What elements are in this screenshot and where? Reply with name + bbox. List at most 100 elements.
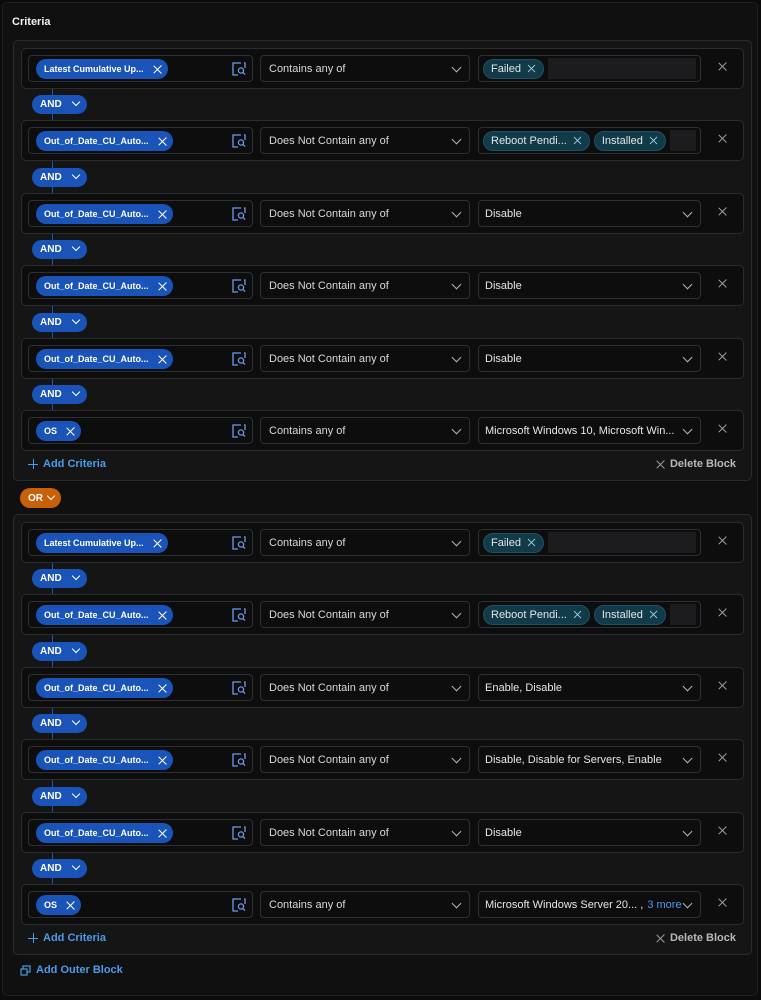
field-picker-icon[interactable] <box>232 753 246 767</box>
field-selector[interactable]: Out_of_Date_CU_Auto... <box>28 345 253 372</box>
remove-row-icon[interactable] <box>718 279 727 288</box>
and-connector-button[interactable]: AND <box>32 385 87 404</box>
remove-row-icon[interactable] <box>718 753 727 762</box>
and-connector-button[interactable]: AND <box>32 642 87 661</box>
remove-field-icon[interactable] <box>158 210 167 219</box>
remove-tag-icon[interactable] <box>527 538 535 546</box>
remove-row-icon[interactable] <box>718 352 727 361</box>
field-selector[interactable]: Out_of_Date_CU_Auto... <box>28 819 253 846</box>
remove-row-icon[interactable] <box>718 608 727 617</box>
field-selector[interactable]: Out_of_Date_CU_Auto... <box>28 272 253 299</box>
field-picker-icon[interactable] <box>232 826 246 840</box>
remove-tag-icon[interactable] <box>649 136 657 144</box>
remove-row-icon[interactable] <box>718 681 727 690</box>
field-selector[interactable]: Out_of_Date_CU_Auto... <box>28 200 253 227</box>
and-connector-button[interactable]: AND <box>32 569 87 588</box>
field-picker-icon[interactable] <box>232 352 246 366</box>
operator-select[interactable]: Does Not Contain any of <box>260 819 470 846</box>
remove-row-icon[interactable] <box>718 424 727 433</box>
and-connector-button[interactable]: AND <box>32 313 87 332</box>
value-select[interactable]: Disable <box>478 272 701 299</box>
operator-select[interactable]: Contains any of <box>260 417 470 444</box>
value-tags-input[interactable]: Failed <box>478 55 701 82</box>
or-connector-button[interactable]: OR <box>20 488 61 508</box>
tag-text-input[interactable] <box>669 130 696 151</box>
field-selector[interactable]: OS <box>28 417 253 444</box>
more-values-link[interactable]: 3 more <box>647 899 681 911</box>
remove-row-icon[interactable] <box>718 134 727 143</box>
field-picker-icon[interactable] <box>232 62 246 76</box>
field-picker-icon[interactable] <box>232 898 246 912</box>
remove-field-icon[interactable] <box>158 829 167 838</box>
field-selector[interactable]: Latest Cumulative Up... <box>28 55 253 82</box>
add-criteria-button[interactable]: Add Criteria <box>28 458 106 470</box>
criteria-title: Criteria <box>12 16 51 28</box>
remove-row-icon[interactable] <box>718 826 727 835</box>
add-criteria-button[interactable]: Add Criteria <box>28 932 106 944</box>
operator-select[interactable]: Does Not Contain any of <box>260 345 470 372</box>
value-tags-input[interactable]: Reboot Pendi... Installed <box>478 127 701 154</box>
remove-row-icon[interactable] <box>718 62 727 71</box>
field-selector[interactable]: OS <box>28 891 253 918</box>
and-connector-button[interactable]: AND <box>32 859 87 878</box>
value-select[interactable]: Microsoft Windows Server 20... ,3 more <box>478 891 701 918</box>
remove-field-icon[interactable] <box>158 282 167 291</box>
and-connector-button[interactable]: AND <box>32 168 87 187</box>
remove-field-icon[interactable] <box>66 901 75 910</box>
operator-select[interactable]: Contains any of <box>260 55 470 82</box>
operator-select[interactable]: Does Not Contain any of <box>260 746 470 773</box>
remove-field-icon[interactable] <box>158 756 167 765</box>
field-picker-icon[interactable] <box>232 536 246 550</box>
field-picker-icon[interactable] <box>232 207 246 221</box>
value-select[interactable]: Disable <box>478 819 701 846</box>
field-selector[interactable]: Out_of_Date_CU_Auto... <box>28 674 253 701</box>
add-outer-block-button[interactable]: Add Outer Block <box>20 964 123 976</box>
value-select[interactable]: Disable <box>478 345 701 372</box>
field-picker-icon[interactable] <box>232 608 246 622</box>
and-connector-button[interactable]: AND <box>32 95 87 114</box>
operator-select[interactable]: Does Not Contain any of <box>260 601 470 628</box>
operator-select[interactable]: Does Not Contain any of <box>260 200 470 227</box>
remove-tag-icon[interactable] <box>649 610 657 618</box>
remove-tag-icon[interactable] <box>527 64 535 72</box>
remove-field-icon[interactable] <box>158 355 167 364</box>
field-selector[interactable]: Latest Cumulative Up... <box>28 529 253 556</box>
and-connector-button[interactable]: AND <box>32 240 87 259</box>
remove-field-icon[interactable] <box>153 65 162 74</box>
remove-tag-icon[interactable] <box>573 610 581 618</box>
field-selector[interactable]: Out_of_Date_CU_Auto... <box>28 127 253 154</box>
field-picker-icon[interactable] <box>232 134 246 148</box>
value-select[interactable]: Disable, Disable for Servers, Enable <box>478 746 701 773</box>
remove-row-icon[interactable] <box>718 898 727 907</box>
remove-field-icon[interactable] <box>158 684 167 693</box>
field-picker-icon[interactable] <box>232 424 246 438</box>
remove-row-icon[interactable] <box>718 207 727 216</box>
tag-text-input[interactable] <box>669 604 696 625</box>
value-select[interactable]: Disable <box>478 200 701 227</box>
remove-row-icon[interactable] <box>718 536 727 545</box>
remove-tag-icon[interactable] <box>573 136 581 144</box>
value-select[interactable]: Microsoft Windows 10, Microsoft Win... <box>478 417 701 444</box>
delete-block-button[interactable]: Delete Block <box>656 932 736 944</box>
field-selector[interactable]: Out_of_Date_CU_Auto... <box>28 746 253 773</box>
tag-text-input[interactable] <box>547 532 696 553</box>
remove-field-icon[interactable] <box>153 539 162 548</box>
and-connector-button[interactable]: AND <box>32 787 87 806</box>
operator-select[interactable]: Does Not Contain any of <box>260 272 470 299</box>
value-tags-input[interactable]: Failed <box>478 529 701 556</box>
operator-select[interactable]: Does Not Contain any of <box>260 127 470 154</box>
operator-select[interactable]: Contains any of <box>260 529 470 556</box>
delete-block-button[interactable]: Delete Block <box>656 458 736 470</box>
value-tags-input[interactable]: Reboot Pendi... Installed <box>478 601 701 628</box>
remove-field-icon[interactable] <box>158 137 167 146</box>
remove-field-icon[interactable] <box>66 427 75 436</box>
tag-text-input[interactable] <box>547 58 696 79</box>
operator-select[interactable]: Does Not Contain any of <box>260 674 470 701</box>
remove-field-icon[interactable] <box>158 611 167 620</box>
field-selector[interactable]: Out_of_Date_CU_Auto... <box>28 601 253 628</box>
field-picker-icon[interactable] <box>232 279 246 293</box>
value-select[interactable]: Enable, Disable <box>478 674 701 701</box>
field-picker-icon[interactable] <box>232 681 246 695</box>
operator-select[interactable]: Contains any of <box>260 891 470 918</box>
and-connector-button[interactable]: AND <box>32 714 87 733</box>
